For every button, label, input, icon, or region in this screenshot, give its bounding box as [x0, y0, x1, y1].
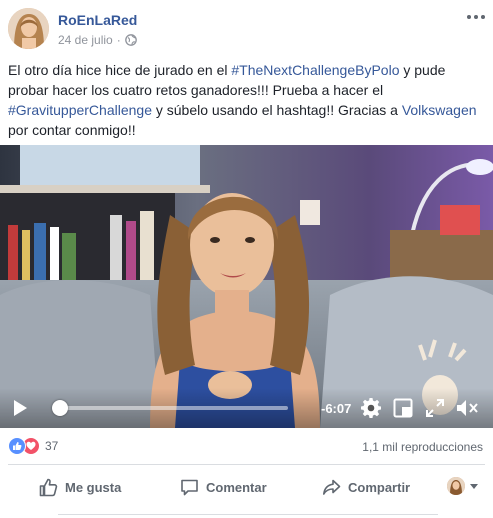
viewer-avatar	[447, 477, 465, 495]
like-reaction-icon	[8, 437, 26, 455]
like-button[interactable]: Me gusta	[39, 465, 121, 509]
post-as-selector[interactable]	[447, 477, 478, 495]
fullscreen-icon[interactable]	[425, 398, 445, 418]
picture-in-picture-icon[interactable]	[393, 398, 413, 418]
reactions-summary[interactable]: 37	[8, 437, 58, 455]
post-meta: 24 de julio ·	[58, 33, 137, 47]
video-frame	[0, 145, 493, 428]
post-date[interactable]: 24 de julio	[58, 33, 113, 47]
author-name[interactable]: RoEnLaRed	[58, 12, 137, 28]
gear-icon[interactable]	[360, 397, 382, 419]
page-mention-link[interactable]: Volkswagen	[402, 102, 477, 118]
meta-separator: ·	[116, 33, 121, 47]
post-text-part: y súbelo usando el hashtag!! Gracias a	[151, 102, 402, 118]
volume-muted-icon[interactable]	[456, 398, 480, 418]
post-text-part: El otro día hice hice de jurado en el	[8, 62, 232, 78]
more-options-icon[interactable]	[465, 8, 487, 26]
thumbs-up-icon	[39, 478, 58, 497]
share-icon	[322, 478, 341, 497]
play-icon[interactable]	[12, 399, 28, 417]
post-text-part: por contar conmigo!!	[8, 122, 136, 138]
facebook-video-post: RoEnLaRed 24 de julio · El otro día hice…	[0, 0, 493, 518]
video-scrubber[interactable]	[54, 406, 288, 410]
like-button-label: Me gusta	[65, 479, 122, 495]
video-controls: -6:07	[0, 388, 493, 428]
post-text: El otro día hice hice de jurado en el #T…	[8, 60, 486, 140]
hashtag-link[interactable]: #GravitupperChallenge	[8, 102, 152, 118]
comments-divider	[58, 514, 438, 515]
post-action-bar: Me gusta Comentar Compartir	[0, 465, 493, 509]
view-count[interactable]: 1,1 mil reproducciones	[362, 440, 483, 454]
comment-button[interactable]: Comentar	[180, 465, 267, 509]
video-player[interactable]: -6:07	[0, 145, 493, 428]
comment-button-label: Comentar	[206, 479, 267, 495]
globe-icon[interactable]	[124, 34, 137, 46]
share-button-label: Compartir	[348, 479, 411, 495]
chevron-down-icon	[470, 483, 478, 489]
share-button[interactable]: Compartir	[322, 465, 410, 509]
comment-icon	[180, 478, 199, 497]
author-avatar[interactable]	[8, 8, 49, 49]
scrubber-handle[interactable]	[52, 400, 69, 416]
reaction-count: 37	[45, 439, 59, 453]
post-header: RoEnLaRed 24 de julio ·	[0, 0, 493, 56]
hashtag-link[interactable]: #TheNextChallengeByPolo	[231, 62, 399, 78]
time-remaining: -6:07	[321, 401, 352, 416]
